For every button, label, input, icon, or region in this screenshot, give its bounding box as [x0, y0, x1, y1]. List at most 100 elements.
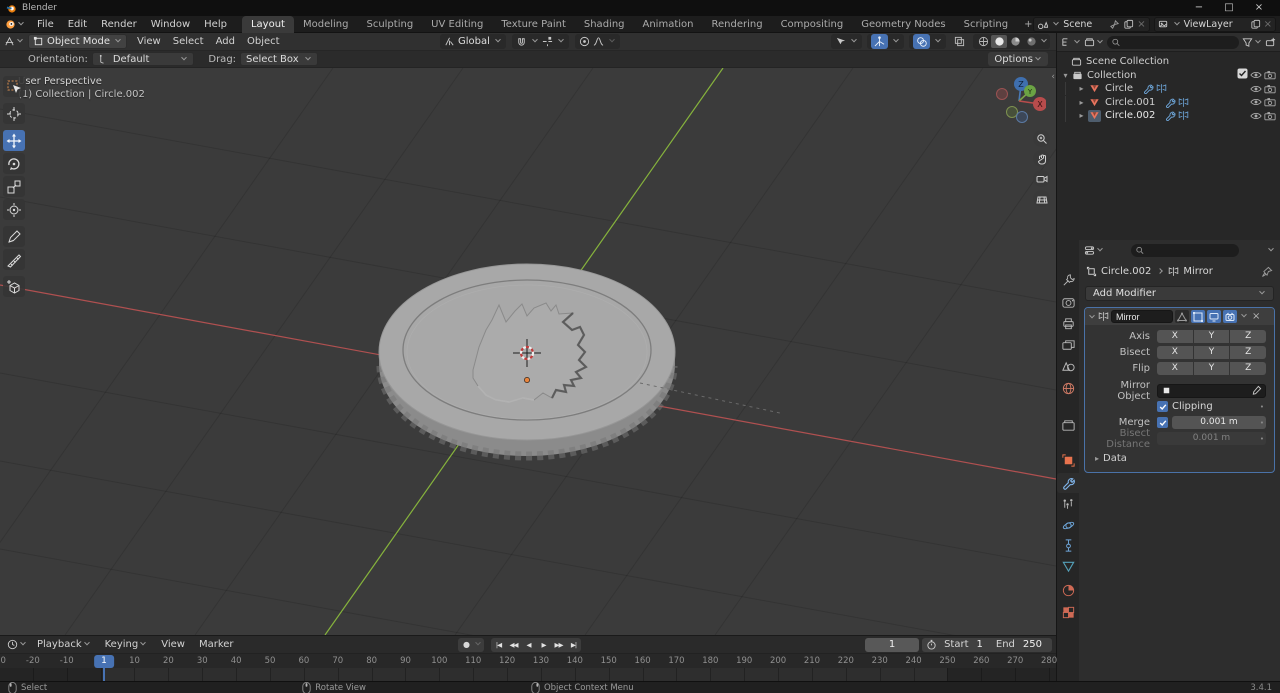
properties-tab-output[interactable] — [1057, 313, 1079, 333]
play-button[interactable]: ▶ — [536, 638, 551, 652]
outliner-row-collection[interactable]: ▾ Collection — [1057, 68, 1280, 83]
scene-selector[interactable]: Scene × — [1033, 17, 1150, 32]
properties-tab-material[interactable] — [1057, 580, 1079, 600]
outliner-search-input[interactable] — [1123, 37, 1234, 47]
animate-dot[interactable]: • — [1260, 435, 1264, 443]
blender-app-menu[interactable] — [0, 19, 30, 30]
menu-render[interactable]: Render — [94, 19, 144, 30]
properties-tab-view-layer[interactable] — [1057, 335, 1079, 355]
timeline-track[interactable] — [0, 668, 1056, 681]
outliner-row-scene-collection[interactable]: Scene Collection — [1057, 55, 1280, 69]
jump-to-start-button[interactable]: |◀ — [491, 638, 506, 652]
options-button[interactable]: Options — [988, 52, 1048, 66]
current-frame-field[interactable]: 1 — [865, 637, 920, 652]
nav-pan-button[interactable] — [1033, 150, 1050, 167]
proportional-edit-group[interactable] — [574, 34, 620, 49]
data-section-toggle[interactable]: ▸ Data — [1085, 450, 1274, 466]
remove-viewlayer-icon[interactable]: × — [1264, 19, 1272, 30]
pin-icon[interactable] — [1109, 19, 1120, 30]
camera-icon[interactable] — [1264, 97, 1276, 107]
properties-tab-particles[interactable] — [1057, 494, 1079, 514]
properties-editor-type-button[interactable] — [1084, 245, 1104, 256]
close-button[interactable]: × — [1244, 0, 1274, 16]
scene-3d[interactable] — [0, 68, 1056, 635]
properties-tab-physics[interactable] — [1057, 515, 1079, 535]
timeline-menu-playback[interactable]: Playback — [30, 636, 98, 653]
outliner-row-circle.001[interactable]: ▸ Circle.001 — [1057, 95, 1280, 110]
tool-move[interactable] — [3, 130, 25, 151]
new-collection-icon[interactable] — [1265, 37, 1276, 48]
gizmo-neg-y[interactable] — [1006, 106, 1018, 118]
mode-dropdown[interactable]: Object Mode — [28, 34, 127, 49]
menu-help[interactable]: Help — [197, 19, 234, 30]
copy-icon[interactable] — [1250, 19, 1261, 30]
viewport-menu-object[interactable]: Object — [241, 33, 286, 51]
expand-icon[interactable]: ▸ — [1077, 84, 1086, 93]
properties-tab-scene[interactable] — [1057, 356, 1079, 376]
timeline-ruler[interactable]: -30 -20 -10 10 20 30 40 50 60 70 80 90 100 110 120 130 1… — [0, 653, 1057, 668]
bisect-z-button[interactable]: Z — [1230, 346, 1267, 359]
modifier-extras-chevron[interactable] — [1241, 311, 1247, 318]
outliner-display-mode-button[interactable] — [1061, 37, 1081, 48]
nav-zoom-button[interactable] — [1033, 130, 1050, 147]
timeline-menu-marker[interactable]: Marker — [192, 636, 241, 653]
add-modifier-button[interactable]: Add Modifier — [1085, 286, 1274, 301]
editor-type-button[interactable] — [4, 36, 24, 47]
clipping-checkbox[interactable] — [1157, 401, 1168, 412]
tool-cursor[interactable] — [3, 103, 25, 124]
outliner-row-circle[interactable]: ▸ Circle — [1057, 82, 1280, 96]
tool-transform[interactable] — [3, 199, 25, 220]
outliner-filter-button[interactable] — [1242, 37, 1262, 48]
visibility-dropdown[interactable] — [831, 34, 862, 49]
navigation-gizmo[interactable]: Z Y X — [990, 70, 1046, 126]
tool-measure[interactable] — [3, 249, 25, 270]
collapse-icon[interactable]: ▾ — [1061, 71, 1070, 80]
viewport-canvas[interactable]: User Perspective (1) Collection | Circle… — [0, 68, 1056, 635]
gizmo-neg-z[interactable] — [1016, 111, 1028, 123]
merge-threshold-field[interactable]: 0.001 m — [1172, 416, 1266, 429]
flip-y-button[interactable]: Y — [1193, 362, 1230, 375]
start-frame-field[interactable]: Start 1 — [938, 639, 989, 650]
copy-icon[interactable] — [1123, 19, 1134, 30]
overlays-toggle-group[interactable] — [909, 34, 946, 49]
bisect-y-button[interactable]: Y — [1193, 346, 1230, 359]
breadcrumb-object[interactable]: Circle.002 — [1101, 266, 1151, 277]
play-reverse-button[interactable]: ◀ — [521, 638, 536, 652]
timeline-menu-keying[interactable]: Keying — [98, 636, 155, 653]
end-frame-field[interactable]: End 250 — [990, 639, 1048, 650]
outliner-row-circle.002[interactable]: ▸ Circle.002 — [1057, 109, 1280, 123]
properties-search[interactable] — [1131, 244, 1239, 257]
properties-tab-tool[interactable] — [1057, 270, 1079, 290]
auto-key-group[interactable]: ● — [458, 637, 484, 652]
viewport-menu-select[interactable]: Select — [167, 33, 210, 51]
outliner-search[interactable] — [1107, 35, 1239, 49]
xray-toggle-icon[interactable] — [951, 34, 968, 49]
tool-add-cube[interactable] — [3, 276, 25, 297]
properties-tab-collection[interactable] — [1057, 415, 1079, 435]
tool-scale[interactable] — [3, 176, 25, 197]
viewport-menu-view[interactable]: View — [131, 33, 167, 51]
orientation-dropdown[interactable]: Default — [91, 52, 195, 66]
tab-texture-paint[interactable]: Texture Paint — [492, 16, 575, 33]
maximize-button[interactable]: □ — [1214, 0, 1244, 16]
panel-collapse-chevron[interactable] — [1089, 312, 1095, 318]
snapping-group[interactable] — [511, 34, 569, 49]
tab-layout[interactable]: Layout — [241, 15, 294, 33]
axis-y-button[interactable]: Y — [1193, 330, 1230, 343]
tab-animation[interactable]: Animation — [634, 16, 703, 33]
drag-dropdown[interactable]: Select Box — [240, 52, 318, 66]
merge-checkbox[interactable] — [1157, 417, 1168, 428]
menu-window[interactable]: Window — [144, 19, 197, 30]
tab-compositing[interactable]: Compositing — [772, 16, 853, 33]
current-frame-indicator[interactable]: 1 — [94, 655, 114, 668]
disc-object[interactable] — [376, 263, 781, 461]
previous-keyframe-button[interactable]: ◀◀ — [506, 638, 521, 652]
flip-z-button[interactable]: Z — [1230, 362, 1267, 375]
properties-tab-data[interactable] — [1057, 556, 1079, 576]
viewlayer-selector[interactable]: ViewLayer × — [1153, 17, 1276, 32]
tab-sculpting[interactable]: Sculpting — [357, 16, 422, 33]
shading-wireframe-icon[interactable] — [975, 35, 991, 48]
shading-material-icon[interactable] — [1007, 35, 1023, 48]
timeline-menu-view[interactable]: View — [154, 636, 192, 653]
breadcrumb-modifier[interactable]: Mirror — [1183, 266, 1212, 277]
